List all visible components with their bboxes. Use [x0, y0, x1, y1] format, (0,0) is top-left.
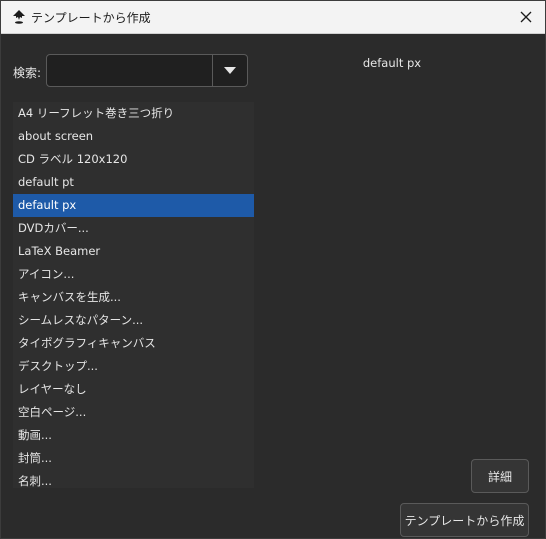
template-list-item[interactable]: タイポグラフィキャンバス	[13, 332, 254, 355]
inkscape-icon	[11, 9, 27, 25]
create-from-template-button[interactable]: テンプレートから作成	[400, 503, 529, 537]
search-label: 検索:	[13, 66, 42, 80]
template-list-item[interactable]: about screen	[13, 125, 254, 148]
template-list-item[interactable]: アイコン...	[13, 263, 254, 286]
template-list-item[interactable]: デスクトップ...	[13, 355, 254, 378]
search-combobox[interactable]	[46, 54, 248, 87]
template-list-item[interactable]: 空白ページ...	[13, 401, 254, 424]
close-button[interactable]	[513, 5, 539, 29]
template-list-item[interactable]: CD ラベル 120x120	[13, 148, 254, 171]
search-dropdown-button[interactable]	[212, 55, 247, 86]
template-list-item[interactable]: レイヤーなし	[13, 378, 254, 401]
search-input[interactable]	[47, 55, 212, 86]
template-list-item[interactable]: A4 リーフレット巻き三つ折り	[13, 102, 254, 125]
template-list-item[interactable]: シームレスなパターン...	[13, 309, 254, 332]
create-from-template-dialog: テンプレートから作成 検索: A4 リーフレット巻き三つ折り about scre…	[0, 0, 546, 539]
template-list-item[interactable]: 動画...	[13, 424, 254, 447]
triangle-down-icon	[224, 66, 236, 74]
title-bar: テンプレートから作成	[1, 1, 545, 34]
template-list-item[interactable]: DVDカバー...	[13, 217, 254, 240]
window-title: テンプレートから作成	[31, 11, 151, 25]
template-list-item[interactable]: default pt	[13, 171, 254, 194]
template-list-item[interactable]: キャンバスを生成...	[13, 286, 254, 309]
close-icon	[520, 11, 532, 23]
preview-title: default px	[362, 56, 422, 70]
template-list-item[interactable]: default px	[13, 194, 254, 217]
template-list-item[interactable]: 封筒...	[13, 447, 254, 470]
template-list: A4 リーフレット巻き三つ折り about screen CD ラベル 120x12…	[13, 102, 254, 488]
template-list-item[interactable]: LaTeX Beamer	[13, 240, 254, 263]
details-button[interactable]: 詳細	[471, 459, 529, 493]
template-list-item[interactable]: 名刺...	[13, 470, 254, 488]
